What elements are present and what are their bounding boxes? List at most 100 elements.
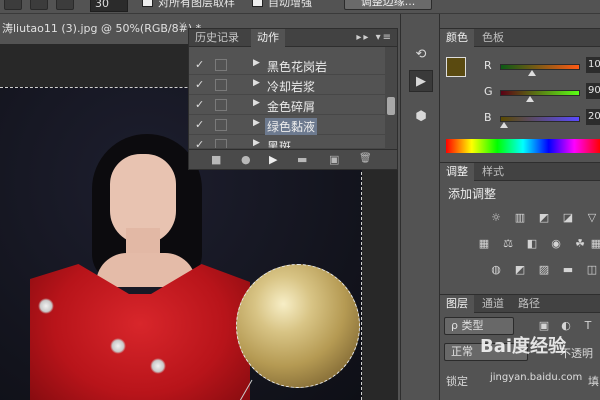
exposure-icon[interactable]: ◪ bbox=[560, 211, 576, 225]
brush-size-field[interactable]: 30 bbox=[90, 0, 128, 12]
baidu-watermark: Bai度经验 bbox=[480, 336, 567, 357]
close-document-icon[interactable]: × bbox=[178, 20, 186, 31]
filter-adjust-icon[interactable]: ◐ bbox=[558, 319, 574, 333]
tab-paths[interactable]: 路径 bbox=[512, 295, 546, 313]
refine-edge-button[interactable]: 调整边缘... bbox=[344, 0, 432, 10]
action-row[interactable]: ✓ ▶ 黑色花岗岩 bbox=[189, 55, 385, 75]
actions-play-icon[interactable]: ▶ bbox=[409, 70, 433, 92]
play-icon[interactable]: ▶ bbox=[269, 153, 277, 166]
photo-filter-icon[interactable]: ◉ bbox=[548, 237, 564, 251]
action-label: 绿色黏液 bbox=[265, 118, 318, 135]
channel-value-field[interactable]: 20 bbox=[586, 109, 600, 125]
tab-history[interactable]: 历史记录 bbox=[189, 29, 245, 47]
slider-track[interactable] bbox=[500, 90, 580, 96]
action-label: 黑色花岗岩 bbox=[267, 60, 328, 74]
blue-channel-slider[interactable]: B 20 bbox=[480, 109, 600, 131]
channel-label: R bbox=[484, 59, 492, 72]
lock-label: 锁定 bbox=[446, 375, 468, 388]
actions-panel: 历史记录 动作 ▸▸ ▾≡ ✓ ▶ 黑色花岗岩 ✓ ▶ 冷却岩浆 ✓ ▶ 金色碎… bbox=[188, 28, 398, 170]
toggle-item-icon[interactable]: ✓ bbox=[195, 98, 207, 111]
action-label: 金色碎屑 bbox=[267, 100, 316, 114]
gradient-map-icon[interactable]: ▬ bbox=[560, 263, 576, 277]
color-spectrum-bar[interactable] bbox=[446, 139, 600, 153]
tab-color[interactable]: 颜色 bbox=[440, 29, 474, 47]
vibrance-icon[interactable]: ▽ bbox=[584, 211, 600, 225]
expand-triangle-icon[interactable]: ▶ bbox=[253, 138, 260, 148]
action-label: 冷却岩浆 bbox=[267, 80, 316, 94]
auto-enhance-label: 自动增强 bbox=[268, 0, 312, 9]
auto-enhance-checkbox[interactable] bbox=[252, 0, 263, 7]
hue-saturation-icon[interactable]: ▦ bbox=[476, 237, 492, 251]
expand-triangle-icon[interactable]: ▶ bbox=[253, 58, 260, 68]
green-channel-slider[interactable]: G 90 bbox=[480, 83, 600, 105]
sample-all-layers-checkbox[interactable] bbox=[142, 0, 153, 7]
color-balance-icon[interactable]: ⚖ bbox=[500, 237, 516, 251]
photo-flower bbox=[38, 298, 54, 314]
toggle-item-icon[interactable]: ✓ bbox=[195, 58, 207, 71]
red-channel-slider[interactable]: R 10 bbox=[480, 57, 600, 79]
trash-icon[interactable]: 🗑 bbox=[359, 153, 372, 164]
tab-adjustments[interactable]: 调整 bbox=[440, 163, 474, 181]
layers-panel-tabs: 图层 通道 路径 bbox=[440, 295, 600, 313]
stop-icon[interactable]: ■ bbox=[211, 153, 221, 166]
sample-all-layers-label: 对所有图层取样 bbox=[158, 0, 235, 9]
expand-triangle-icon[interactable]: ▶ bbox=[253, 118, 260, 128]
tab-styles[interactable]: 样式 bbox=[476, 163, 510, 181]
toggle-item-icon[interactable]: ✓ bbox=[195, 118, 207, 131]
photo-flower bbox=[150, 358, 166, 374]
dialog-toggle-box[interactable] bbox=[215, 79, 227, 91]
history-brush-icon[interactable]: ⟲ bbox=[409, 44, 433, 66]
tab-actions[interactable]: 动作 bbox=[251, 29, 285, 47]
levels-icon[interactable]: ▥ bbox=[512, 211, 528, 225]
tab-channels[interactable]: 通道 bbox=[476, 295, 510, 313]
filter-type-icon[interactable]: T bbox=[580, 319, 596, 333]
threshold-icon[interactable]: ▨ bbox=[536, 263, 552, 277]
brightness-icon[interactable]: ☼ bbox=[488, 211, 504, 225]
curves-icon[interactable]: ◩ bbox=[536, 211, 552, 225]
subtract-selection-icon[interactable] bbox=[56, 0, 74, 10]
actions-scrollbar[interactable] bbox=[385, 47, 397, 149]
document-title: 涛liutao11 (3).jpg @ 50%(RGB/8#) * bbox=[2, 22, 202, 35]
3d-icon[interactable]: ⬢ bbox=[409, 106, 433, 128]
posterize-icon[interactable]: ◩ bbox=[512, 263, 528, 277]
invert-icon[interactable]: ◍ bbox=[488, 263, 504, 277]
channel-value-field[interactable]: 90 bbox=[586, 83, 600, 99]
options-bar: 30 对所有图层取样 自动增强 调整边缘... bbox=[0, 0, 600, 14]
slider-knob[interactable] bbox=[526, 96, 534, 102]
scrollbar-thumb[interactable] bbox=[387, 97, 395, 115]
color-lookup-icon[interactable]: ▦ bbox=[588, 237, 600, 251]
action-row[interactable]: ✓ ▶ 黑斑 bbox=[189, 135, 385, 149]
filter-pixel-icon[interactable]: ▣ bbox=[536, 319, 552, 333]
channel-mixer-icon[interactable]: ☘ bbox=[572, 237, 588, 251]
record-icon[interactable]: ● bbox=[241, 153, 251, 166]
tab-swatches[interactable]: 色板 bbox=[476, 29, 510, 47]
selective-color-icon[interactable]: ◫ bbox=[584, 263, 600, 277]
dialog-toggle-box[interactable] bbox=[215, 119, 227, 131]
toggle-item-icon[interactable]: ✓ bbox=[195, 78, 207, 91]
document-tab[interactable]: 涛liutao11 (3).jpg @ 50%(RGB/8#) * × bbox=[0, 14, 201, 44]
slider-track[interactable] bbox=[500, 64, 580, 70]
slider-knob[interactable] bbox=[500, 122, 508, 128]
new-action-icon[interactable]: ▣ bbox=[329, 153, 339, 166]
slider-knob[interactable] bbox=[528, 70, 536, 76]
action-row[interactable]: ✓ ▶ 金色碎屑 bbox=[189, 95, 385, 115]
foreground-color-swatch[interactable] bbox=[446, 57, 466, 77]
slider-track[interactable] bbox=[500, 116, 580, 122]
dialog-toggle-box[interactable] bbox=[215, 99, 227, 111]
panel-menu-icon[interactable]: ▸▸ ▾≡ bbox=[356, 32, 393, 43]
tab-layers[interactable]: 图层 bbox=[440, 295, 474, 313]
expand-triangle-icon[interactable]: ▶ bbox=[253, 98, 260, 108]
channel-value-field[interactable]: 10 bbox=[586, 57, 600, 73]
expand-triangle-icon[interactable]: ▶ bbox=[253, 78, 260, 88]
action-row-selected[interactable]: ✓ ▶ 绿色黏液 bbox=[189, 115, 385, 135]
action-row[interactable]: ✓ ▶ 冷却岩浆 bbox=[189, 75, 385, 95]
photo-balloon bbox=[236, 264, 360, 388]
color-panel: 颜色 色板 R 10 G 90 B 20 bbox=[440, 28, 600, 160]
black-white-icon[interactable]: ◧ bbox=[524, 237, 540, 251]
add-to-selection-icon[interactable] bbox=[30, 0, 48, 10]
dialog-toggle-box[interactable] bbox=[215, 59, 227, 71]
quick-select-icon[interactable] bbox=[4, 0, 22, 10]
new-set-icon[interactable]: ▬ bbox=[297, 153, 307, 166]
toggle-item-icon[interactable]: ✓ bbox=[195, 138, 207, 148]
dialog-toggle-box[interactable] bbox=[215, 139, 227, 148]
